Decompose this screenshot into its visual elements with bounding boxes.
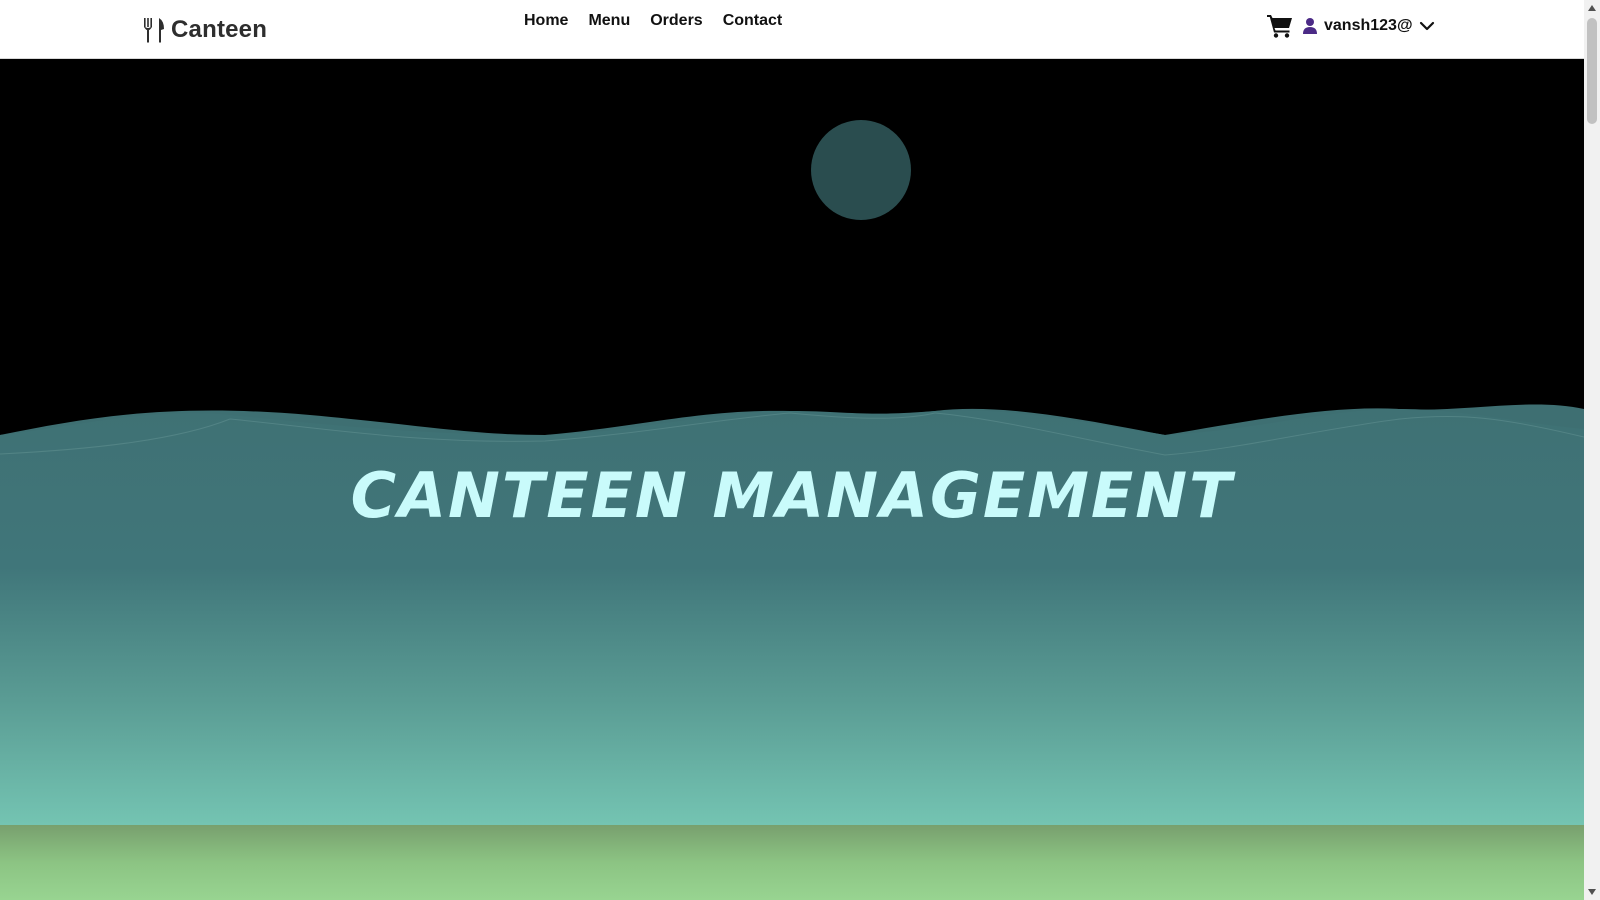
user-menu-toggle[interactable]: vansh123@ <box>1302 17 1435 35</box>
scroll-up-arrow-icon[interactable] <box>1584 0 1600 16</box>
scroll-down-arrow-icon[interactable] <box>1584 884 1600 900</box>
user-name: vansh123@ <box>1324 17 1413 34</box>
page-viewport: Canteen Home Menu Orders Contact vansh12… <box>0 0 1584 900</box>
moon-illustration <box>811 120 911 220</box>
shopping-cart-icon[interactable] <box>1266 13 1294 39</box>
brand-name: Canteen <box>171 16 268 43</box>
page-scrollbar[interactable] <box>1584 0 1600 900</box>
scrollbar-thumb[interactable] <box>1587 18 1597 124</box>
brand-logo[interactable]: Canteen <box>143 14 267 46</box>
ground-strip <box>0 825 1584 900</box>
navbar: Canteen Home Menu Orders Contact vansh12… <box>0 0 1584 59</box>
user-icon <box>1303 18 1317 34</box>
hero-section: CANTEEN MANAGEMENT <box>0 59 1584 900</box>
chevron-down-icon <box>1419 21 1434 31</box>
main-nav: Home Menu Orders Contact <box>524 12 782 30</box>
nav-link-contact[interactable]: Contact <box>723 12 783 30</box>
utensils-icon <box>144 18 164 43</box>
nav-actions: vansh123@ <box>1266 13 1435 39</box>
hero-title: CANTEEN MANAGEMENT <box>350 459 1234 532</box>
nav-link-home[interactable]: Home <box>524 12 568 30</box>
nav-link-menu[interactable]: Menu <box>588 12 630 30</box>
nav-link-orders[interactable]: Orders <box>650 12 702 30</box>
